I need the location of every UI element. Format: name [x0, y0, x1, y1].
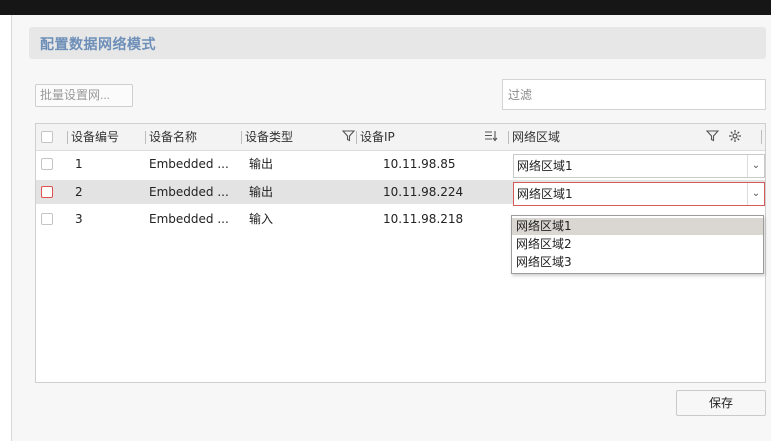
- column-header-label: 设备编号: [71, 130, 120, 144]
- column-header-label: 设备类型: [245, 130, 294, 144]
- dropdown-option[interactable]: 网络区域3: [512, 254, 763, 271]
- cell-device-no: 1: [75, 157, 83, 171]
- table-row[interactable]: 2 Embedded ... 输出 10.11.98.224 网络区域1 ⌄: [36, 180, 765, 206]
- column-header-device-no[interactable]: 设备编号: [67, 124, 119, 150]
- cell-device-type: 输入: [249, 212, 274, 226]
- column-header-label: 网络区域: [512, 130, 561, 144]
- sort-icon[interactable]: [484, 129, 498, 147]
- table-row[interactable]: 1 Embedded ... 输出 10.11.98.85 网络区域1 ⌄: [36, 152, 765, 178]
- window-top-bar: [0, 0, 771, 15]
- select-value: 网络区域1: [517, 159, 573, 173]
- column-header-device-type[interactable]: 设备类型: [241, 124, 293, 150]
- batch-set-network-button[interactable]: 批量设置网...: [35, 84, 133, 107]
- dropdown-option[interactable]: 网络区域1: [512, 218, 763, 235]
- column-header-device-ip[interactable]: 设备IP: [356, 124, 395, 150]
- cell-device-type: 输出: [249, 185, 274, 199]
- column-header-network-zone[interactable]: 网络区域: [508, 124, 560, 150]
- page-title: 配置数据网络模式: [40, 37, 156, 53]
- network-zone-dropdown: 网络区域1 网络区域2 网络区域3: [511, 215, 764, 274]
- title-bar: 配置数据网络模式: [29, 27, 766, 59]
- filter-icon[interactable]: [705, 129, 720, 147]
- column-header-label: 设备IP: [360, 130, 395, 144]
- cell-device-name: Embedded ...: [149, 185, 229, 199]
- cell-device-no: 2: [75, 185, 83, 199]
- chevron-down-icon[interactable]: ⌄: [747, 155, 764, 177]
- row-checkbox[interactable]: [41, 213, 53, 225]
- select-all-checkbox[interactable]: [41, 131, 53, 143]
- column-header-device-name[interactable]: 设备名称: [145, 124, 197, 150]
- cell-device-no: 3: [75, 212, 83, 226]
- select-value: 网络区域1: [517, 187, 573, 201]
- chevron-down-icon[interactable]: ⌄: [747, 183, 764, 205]
- cell-device-ip: 10.11.98.224: [383, 185, 464, 199]
- network-zone-select[interactable]: 网络区域1 ⌄: [513, 182, 765, 206]
- filter-input[interactable]: [502, 79, 766, 110]
- header-divider: [761, 130, 762, 144]
- save-button[interactable]: 保存: [676, 390, 766, 416]
- cell-device-ip: 10.11.98.218: [383, 212, 464, 226]
- dropdown-option[interactable]: 网络区域2: [512, 236, 763, 253]
- row-checkbox[interactable]: [41, 158, 53, 170]
- table-header: 设备编号 设备名称 设备类型 设备IP 网络区域: [36, 124, 765, 151]
- cell-device-ip: 10.11.98.85: [383, 157, 456, 171]
- cell-device-type: 输出: [249, 157, 274, 171]
- row-checkbox[interactable]: [41, 186, 53, 198]
- gear-icon[interactable]: [728, 129, 742, 148]
- column-header-label: 设备名称: [149, 130, 198, 144]
- cell-device-name: Embedded ...: [149, 212, 229, 226]
- cell-device-name: Embedded ...: [149, 157, 229, 171]
- network-zone-select[interactable]: 网络区域1 ⌄: [513, 154, 765, 178]
- filter-icon[interactable]: [341, 129, 356, 147]
